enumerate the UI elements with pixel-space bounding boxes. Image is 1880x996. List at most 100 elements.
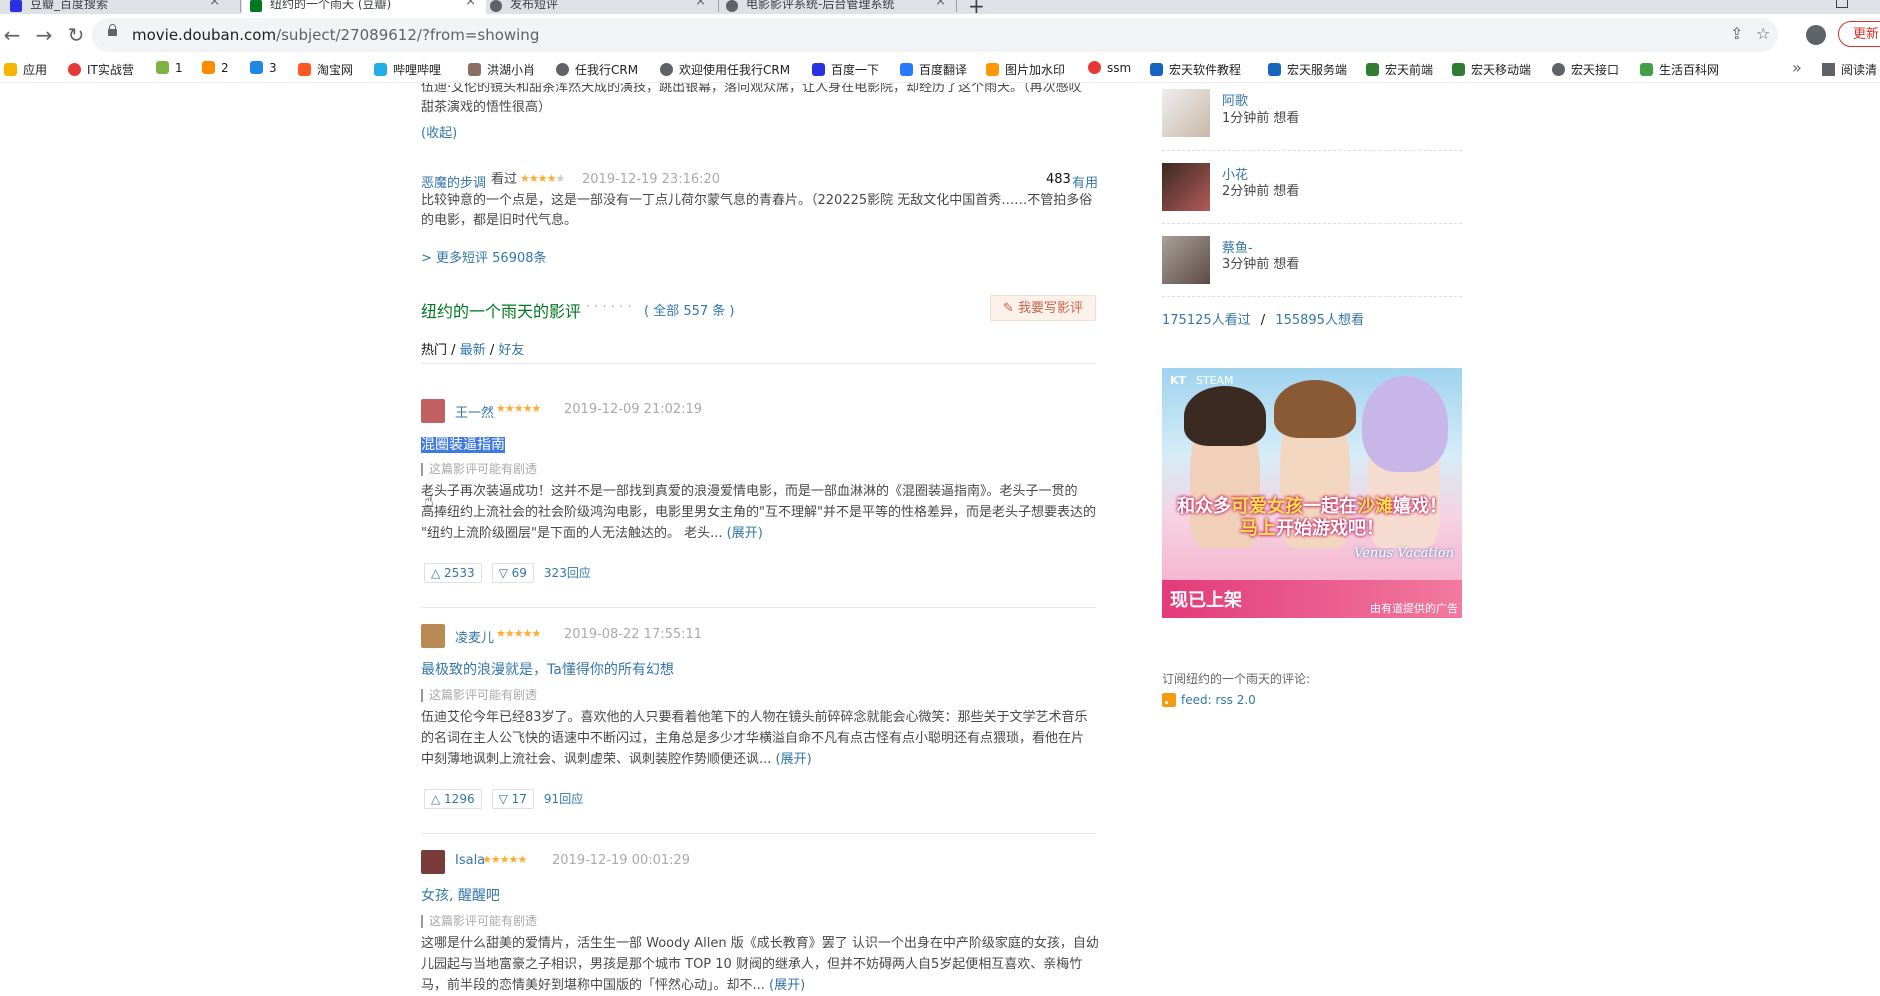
bookmark-star-icon[interactable]: ☆: [1756, 24, 1770, 43]
profile-avatar-icon[interactable]: [1806, 25, 1826, 45]
bookmark-item[interactable]: 2: [202, 61, 229, 75]
stats-separator: /: [1260, 313, 1266, 328]
bookmark-item[interactable]: 欢迎使用任我行CRM: [660, 61, 790, 78]
bookmark-item[interactable]: 淘宝网: [298, 61, 353, 78]
bookmark-apps[interactable]: 应用: [4, 61, 47, 78]
tab-baidu-search[interactable]: 豆瓣_百度搜索 ×: [10, 0, 230, 14]
tab-close-icon[interactable]: ×: [209, 0, 220, 8]
wisher-name-link[interactable]: 阿歌: [1222, 90, 1248, 109]
bookmark-item[interactable]: 1: [156, 61, 183, 75]
advertisement[interactable]: KT STEAM 和众多可爱女孩一起在沙滩嬉戏！ 马上开始游戏吧！ Venus …: [1162, 368, 1462, 618]
new-tab-button[interactable]: +: [968, 0, 985, 14]
bookmark-label: 宏天移动端: [1471, 63, 1532, 77]
bookmark-item[interactable]: 生活百科网: [1640, 61, 1719, 78]
replies-link[interactable]: 323回应: [544, 566, 591, 580]
upvote-count: 2533: [444, 566, 475, 580]
tab-admin-system[interactable]: 电影影评系统-后台管理系统 ×: [726, 0, 956, 14]
globe-icon: [660, 63, 673, 76]
share-icon[interactable]: ⇪: [1730, 24, 1743, 43]
bookmark-item[interactable]: 图片加水印: [986, 61, 1065, 78]
bookmark-item[interactable]: 百度一下: [812, 61, 879, 78]
baidu-favicon-icon: [10, 0, 22, 12]
bookmark-item[interactable]: 宏天软件教程: [1150, 61, 1241, 78]
write-review-button[interactable]: ✎ 我要写影评: [990, 295, 1096, 321]
comment-user-link[interactable]: 恶魔的步调: [421, 172, 486, 191]
vue-icon: [1452, 63, 1465, 76]
collapse-link[interactable]: (收起): [421, 122, 457, 141]
useful-vote-link[interactable]: 有用: [1072, 172, 1098, 191]
slogan-highlight: 马上: [1240, 518, 1276, 539]
rating-stars: ★★★★★: [496, 627, 541, 640]
avatar[interactable]: [421, 850, 445, 874]
wisher-activity: 1分钟前 想看: [1222, 111, 1300, 126]
globe-icon: [1552, 63, 1565, 76]
rss-feed: feed: rss 2.0: [1162, 693, 1256, 707]
comment-text-line: 的电影，都是旧时代气息。: [421, 213, 578, 228]
avatar[interactable]: [1162, 236, 1210, 284]
url-text[interactable]: movie.douban.com/subject/27089612/?from=…: [132, 26, 539, 44]
bookmark-item[interactable]: IT实战营: [68, 61, 134, 78]
bookmarks-overflow-icon[interactable]: »: [1792, 58, 1802, 77]
bookmark-label: 哔哩哔哩: [393, 63, 442, 77]
avatar[interactable]: [1162, 89, 1210, 137]
avatar[interactable]: [421, 624, 445, 648]
replies-link[interactable]: 91回应: [544, 792, 583, 806]
bookmark-item[interactable]: 哔哩哔哩: [374, 61, 441, 78]
avatar[interactable]: [421, 399, 445, 423]
restore-window-icon[interactable]: [1836, 0, 1848, 8]
rss-feed-link[interactable]: feed: rss 2.0: [1181, 693, 1256, 707]
review-time: 2019-08-22 17:55:11: [564, 627, 703, 642]
all-reviews-link[interactable]: ( 全部 557 条 ): [644, 300, 735, 319]
review-author-link[interactable]: 凌麦儿: [455, 627, 494, 646]
bookmark-label: IT实战营: [87, 63, 134, 77]
upvote-button[interactable]: △ 1296: [424, 789, 482, 809]
avatar[interactable]: [1162, 163, 1210, 211]
downvote-button[interactable]: ▽ 17: [491, 789, 534, 809]
update-button[interactable]: 更新: [1838, 21, 1880, 47]
sort-friends[interactable]: 好友: [498, 343, 524, 358]
rating-stars: ★★★★★: [482, 853, 527, 866]
steam-logo-text: STEAM: [1195, 374, 1234, 387]
bookmark-item[interactable]: ssm: [1088, 61, 1131, 75]
reload-icon[interactable]: ↻: [64, 23, 88, 47]
review-author-link[interactable]: 王一然: [455, 402, 494, 421]
downvote-button[interactable]: ▽ 69: [491, 563, 534, 583]
wanted-count-link[interactable]: 155895人想看: [1275, 313, 1364, 328]
bookmark-item[interactable]: 洪湖小肖: [468, 61, 535, 78]
tab-close-icon[interactable]: ×: [465, 0, 476, 8]
tab-close-icon[interactable]: ×: [935, 0, 946, 8]
section-divider: [421, 363, 1096, 364]
tab-post-comment[interactable]: 发布短评 ×: [490, 0, 716, 14]
sort-latest[interactable]: 最新: [460, 343, 486, 358]
bookmark-item[interactable]: 百度翻译: [900, 61, 967, 78]
tab-douban-movie[interactable]: 纽约的一个雨天 (豆瓣) ×: [242, 0, 486, 14]
bookmark-label: 3: [269, 61, 277, 75]
expand-link[interactable]: (展开): [776, 752, 812, 767]
sort-hot[interactable]: 热门: [421, 343, 447, 358]
more-short-comments-link[interactable]: > 更多短评 56908条: [421, 247, 547, 266]
sidebar-divider: [1162, 223, 1462, 224]
bookmark-item[interactable]: 宏天接口: [1552, 61, 1619, 78]
forward-arrow-icon[interactable]: →: [32, 23, 56, 47]
tab-close-icon[interactable]: ×: [695, 0, 706, 8]
reading-list-button[interactable]: 阅读清: [1822, 61, 1877, 78]
address-bar[interactable]: movie.douban.com/subject/27089612/?from=…: [92, 18, 1778, 52]
rss-icon: [1162, 693, 1176, 707]
watched-count-link[interactable]: 175125人看过: [1162, 313, 1251, 328]
bookmark-item[interactable]: 宏天服务端: [1268, 61, 1347, 78]
bookmark-item[interactable]: 任我行CRM: [556, 61, 638, 78]
bookmark-label: 宏天服务端: [1287, 63, 1348, 77]
review-title-link[interactable]: 混圈装逼指南: [421, 434, 505, 454]
bookmark-item[interactable]: 3: [250, 61, 277, 75]
bookmark-item[interactable]: 宏天移动端: [1452, 61, 1531, 78]
review-title-link[interactable]: 最极致的浪漫就是，Ta懂得你的所有幻想: [421, 659, 674, 679]
review-author-link[interactable]: Isala: [455, 853, 485, 868]
expand-link[interactable]: (展开): [769, 978, 805, 993]
review-title-link[interactable]: 女孩, 醒醒吧: [421, 885, 500, 905]
bookmark-favicon-icon: [468, 63, 481, 76]
upvote-button[interactable]: △ 2533: [424, 563, 482, 583]
tab-title: 豆瓣_百度搜索: [30, 0, 109, 11]
expand-link[interactable]: (展开): [727, 526, 763, 541]
back-arrow-icon[interactable]: ←: [0, 23, 24, 47]
bookmark-item[interactable]: 宏天前端: [1366, 61, 1433, 78]
